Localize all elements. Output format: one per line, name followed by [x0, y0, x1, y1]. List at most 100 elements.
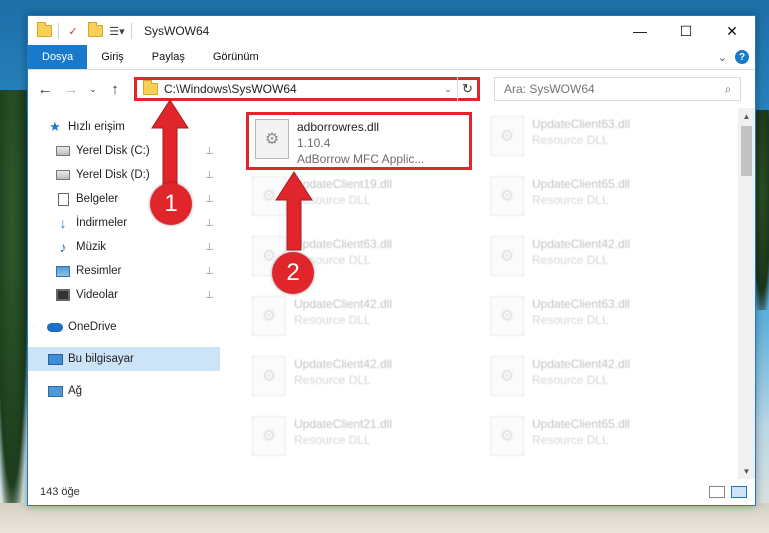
file-item[interactable]: ⚙ UpdateClient19.dll Resource DLL — [246, 172, 456, 232]
file-name: UpdateClient42.dll — [294, 297, 393, 311]
maximize-button[interactable]: ☐ — [663, 16, 709, 46]
disk-icon — [54, 167, 72, 183]
file-name: UpdateClient21.dll — [294, 417, 393, 431]
file-name: UpdateClient63.dll — [532, 117, 631, 131]
separator — [131, 23, 132, 39]
up-button[interactable]: ↑ — [104, 78, 126, 100]
address-dropdown-icon[interactable]: ⌄ — [439, 84, 457, 95]
dll-file-icon: ⚙ — [255, 119, 289, 159]
tab-gorunum[interactable]: Görünüm — [199, 45, 273, 69]
address-path[interactable]: C:\Windows\SysWOW64 — [164, 82, 439, 96]
file-item[interactable]: ⚙ UpdateClient63.dll Resource DLL — [484, 292, 694, 352]
sidebar-item-this-pc[interactable]: Bu bilgisayar — [28, 347, 220, 371]
pin-icon[interactable]: ⊥ — [205, 290, 214, 301]
scrollbar-thumb[interactable] — [741, 126, 752, 176]
file-item[interactable]: ⚙ UpdateClient42.dll Resource DLL — [484, 232, 694, 292]
dll-file-icon: ⚙ — [490, 116, 524, 156]
details-view-icon[interactable] — [709, 486, 725, 498]
tab-giris[interactable]: Giriş — [87, 45, 138, 69]
properties-icon[interactable]: ✓ — [65, 23, 81, 39]
window-title: SysWOW64 — [144, 24, 210, 38]
close-button[interactable]: ✕ — [709, 16, 755, 46]
sidebar-item-music[interactable]: ♪ Müzik ⊥ — [28, 235, 220, 259]
vertical-scrollbar[interactable]: ▲ ▼ — [738, 108, 755, 479]
navigation-bar: ← → ⌄ ↑ C:\Windows\SysWOW64 ⌄ ↻ ⌕ — [28, 70, 755, 108]
sidebar-item-downloads[interactable]: ↓ İndirmeler ⊥ — [28, 211, 220, 235]
sidebar-item-local-disk-d[interactable]: Yerel Disk (D:) ⊥ — [28, 163, 220, 187]
pin-icon[interactable]: ⊥ — [205, 194, 214, 205]
dll-file-icon: ⚙ — [490, 176, 524, 216]
file-description: Resource DLL — [294, 433, 371, 447]
pin-icon[interactable]: ⊥ — [205, 242, 214, 253]
ribbon-expand-icon[interactable]: ⌄ — [718, 51, 727, 64]
back-button[interactable]: ← — [34, 78, 56, 100]
dll-file-icon: ⚙ — [490, 296, 524, 336]
large-icons-view-icon[interactable] — [731, 486, 747, 498]
search-icon[interactable]: ⌕ — [716, 82, 740, 97]
sidebar-item-videos[interactable]: Videolar ⊥ — [28, 283, 220, 307]
file-item-adborrowres[interactable]: ⚙ adborrowres.dll 1.10.4 AdBorrow MFC Ap… — [246, 112, 472, 170]
sidebar-item-label: Hızlı erişim — [68, 121, 125, 133]
tab-paylas[interactable]: Paylaş — [138, 45, 199, 69]
file-description: Resource DLL — [532, 433, 609, 447]
file-description: Resource DLL — [294, 373, 371, 387]
folder-icon — [143, 80, 158, 95]
ribbon-tabs: Dosya Giriş Paylaş Görünüm ⌄ ? — [28, 45, 755, 70]
pin-icon[interactable]: ⊥ — [205, 170, 214, 181]
sidebar-item-quick-access[interactable]: ★ Hızlı erişim — [28, 115, 220, 139]
step-2-badge: 2 — [272, 252, 314, 294]
dll-file-icon: ⚙ — [490, 416, 524, 456]
file-name: UpdateClient19.dll — [294, 177, 393, 191]
disk-icon — [54, 143, 72, 159]
search-box[interactable]: ⌕ — [494, 77, 741, 101]
dll-file-icon: ⚙ — [252, 416, 286, 456]
videos-icon — [54, 287, 72, 303]
sidebar-item-onedrive[interactable]: OneDrive — [28, 315, 220, 339]
minimize-button[interactable]: — — [617, 16, 663, 46]
status-bar: 143 öğe — [28, 479, 755, 505]
scroll-down-icon[interactable]: ▼ — [738, 463, 755, 479]
view-buttons — [709, 486, 755, 498]
new-folder-icon[interactable] — [87, 22, 103, 39]
file-name: UpdateClient63.dll — [532, 297, 631, 311]
dll-file-icon: ⚙ — [252, 296, 286, 336]
sidebar-item-network[interactable]: Ağ — [28, 379, 220, 403]
sidebar-item-local-disk-c[interactable]: Yerel Disk (C:) ⊥ — [28, 139, 220, 163]
refresh-button[interactable]: ↻ — [457, 77, 477, 101]
pin-icon[interactable]: ⊥ — [205, 146, 214, 157]
network-icon — [46, 383, 64, 399]
help-icon[interactable]: ? — [735, 50, 749, 64]
file-description: Resource DLL — [294, 313, 371, 327]
sidebar-item-label: İndirmeler — [76, 217, 128, 229]
search-input[interactable] — [504, 82, 716, 96]
sidebar-item-pictures[interactable]: Resimler ⊥ — [28, 259, 220, 283]
pin-icon[interactable]: ⊥ — [205, 266, 214, 277]
file-name: UpdateClient65.dll — [532, 177, 631, 191]
file-item[interactable]: ⚙ UpdateClient42.dll Resource DLL — [246, 352, 456, 412]
file-item[interactable]: ⚙ UpdateClient21.dll Resource DLL — [246, 412, 456, 472]
file-name: UpdateClient65.dll — [532, 417, 631, 431]
file-item[interactable]: ⚙ UpdateClient65.dll Resource DLL — [484, 172, 694, 232]
file-list: ⚙ adborrowres.dll 1.10.4 AdBorrow MFC Ap… — [220, 108, 755, 479]
pin-icon[interactable]: ⊥ — [205, 218, 214, 229]
background-beach — [0, 503, 769, 533]
file-description: Resource DLL — [532, 133, 609, 147]
customize-toolbar-icon[interactable]: ☰▾ — [109, 23, 125, 39]
ribbon-right-controls: ⌄ ? — [718, 45, 755, 69]
step-1-badge: 1 — [150, 183, 192, 225]
forward-button[interactable]: → — [60, 78, 82, 100]
tab-dosya[interactable]: Dosya — [28, 45, 88, 69]
sidebar-item-label: Bu bilgisayar — [68, 353, 134, 365]
file-item[interactable]: ⚙ UpdateClient65.dll Resource DLL — [484, 412, 694, 472]
sidebar-item-label: OneDrive — [68, 321, 117, 333]
documents-icon — [54, 191, 72, 207]
dll-file-icon: ⚙ — [490, 236, 524, 276]
address-bar[interactable]: C:\Windows\SysWOW64 ⌄ ↻ — [134, 77, 480, 101]
file-item[interactable]: ⚙ UpdateClient42.dll Resource DLL — [246, 292, 456, 352]
scroll-up-icon[interactable]: ▲ — [738, 108, 755, 124]
file-item[interactable]: ⚙ UpdateClient63.dll Resource DLL — [484, 112, 694, 172]
sidebar-item-label: Ağ — [68, 385, 83, 397]
folder-icon — [36, 22, 52, 39]
recent-locations-button[interactable]: ⌄ — [86, 78, 100, 100]
file-item[interactable]: ⚙ UpdateClient42.dll Resource DLL — [484, 352, 694, 412]
